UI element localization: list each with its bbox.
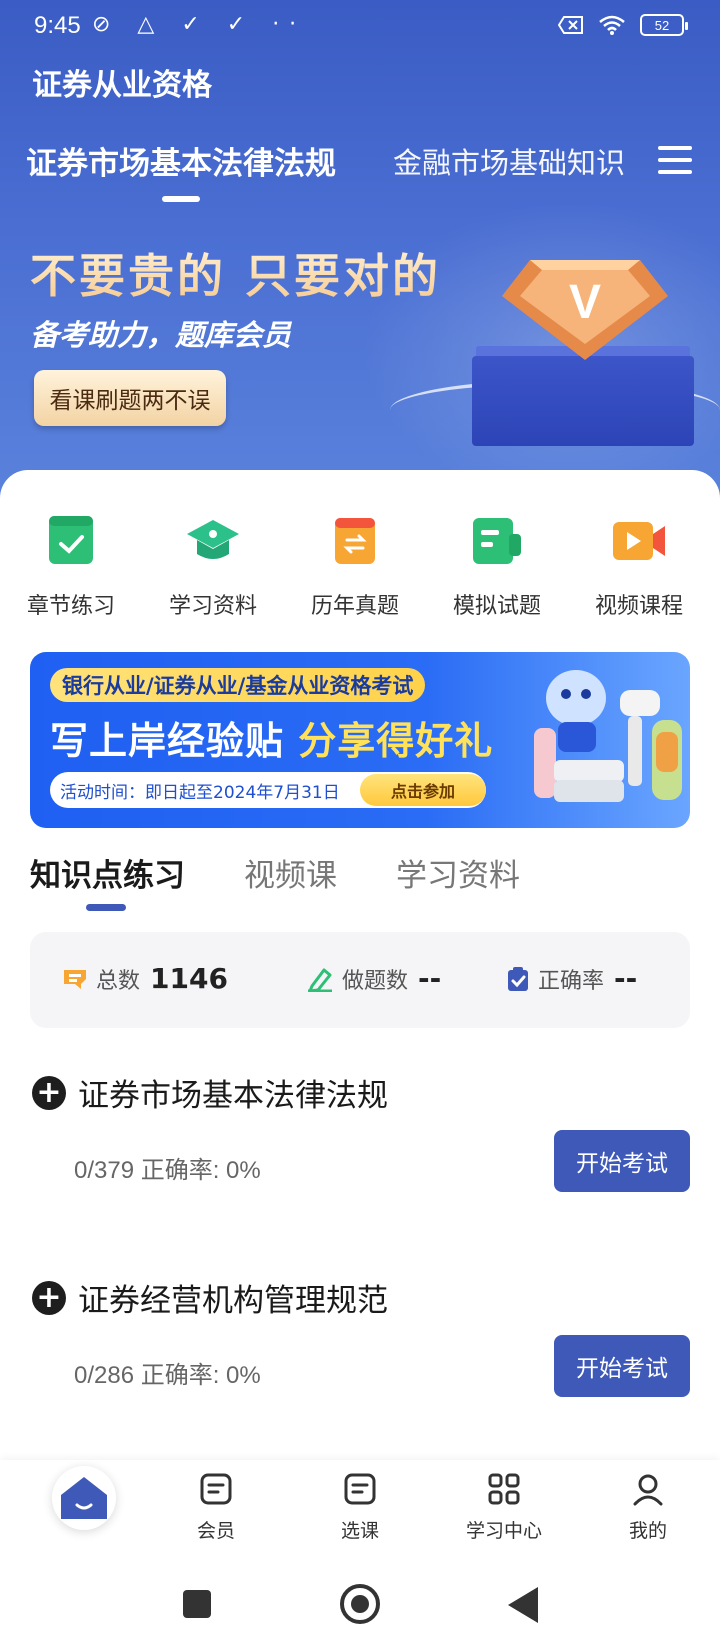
vip-gem-icon: V xyxy=(502,260,668,360)
top-subject-tabs: 证券市场基本法律法规 金融市场基础知识 xyxy=(0,132,720,202)
stat-accuracy: 正确率 -- xyxy=(506,962,637,995)
profile-icon xyxy=(633,1474,663,1506)
quick-label: 历年真题 xyxy=(310,594,399,619)
nav-study-center[interactable]: 学习中心 xyxy=(444,1472,564,1543)
quick-actions-grid: 章节练习 学习资料 历年真题 模拟试题 视频课程 xyxy=(0,512,720,622)
promo-banner[interactable]: 银行从业/证券从业/基金从业资格考试 写上岸经验贴 分享得好礼 活动时间：即日起… xyxy=(30,652,690,828)
home-bubble xyxy=(52,1466,116,1530)
section-header[interactable]: + 证券经营机构管理规范 xyxy=(32,1275,388,1320)
top-tab-indicator xyxy=(162,196,200,202)
gem-letter: V xyxy=(569,276,601,329)
home-icon xyxy=(61,1477,107,1519)
section-title: 证券市场基本法律法规 xyxy=(78,1078,388,1114)
member-icon xyxy=(200,1473,232,1505)
ticket-icon xyxy=(64,969,86,989)
quick-chapter-practice[interactable]: 章节练习 xyxy=(0,512,142,620)
promo-join-button[interactable]: 点击参加 xyxy=(360,774,486,806)
battery-level: 52 xyxy=(654,17,670,33)
tab-knowledge-practice[interactable]: 知识点练习 xyxy=(30,850,185,895)
promo-headline-part1: 写上岸经验贴 xyxy=(50,719,299,763)
section-title: 证券经营机构管理规范 xyxy=(78,1283,388,1319)
stat-accuracy-label: 正确率 xyxy=(538,968,605,994)
quick-label: 章节练习 xyxy=(26,594,115,619)
promo-tag: 银行从业/证券从业/基金从业资格考试 xyxy=(50,668,426,702)
banner-subtitle: 备考助力，题库会员 xyxy=(30,318,292,352)
tab-study-materials[interactable]: 学习资料 xyxy=(396,850,520,895)
notification-icons: ⊘ △ ✓ ✓ ·· xyxy=(92,12,307,37)
stat-done-value: -- xyxy=(418,962,442,995)
sub-tab-indicator xyxy=(86,904,126,911)
expand-plus-icon[interactable]: + xyxy=(32,1280,66,1315)
hamburger-icon[interactable] xyxy=(658,146,692,174)
nav-label: 学习中心 xyxy=(465,1520,542,1542)
status-right-icons: 52 xyxy=(558,14,688,36)
banner-cta-button[interactable]: 看课刷题两不误 xyxy=(34,370,226,426)
app-title: 证券从业资格 xyxy=(32,68,212,103)
clipboard-check-icon xyxy=(508,966,528,991)
course-select-icon xyxy=(344,1473,376,1505)
video-icon xyxy=(613,522,665,560)
status-bar: 9:45 ⊘ △ ✓ ✓ ·· 52 xyxy=(0,0,720,56)
nav-label: 会员 xyxy=(196,1520,235,1542)
section-progress: 0/379 正确率: 0% xyxy=(74,1157,261,1184)
quick-mock-tests[interactable]: 模拟试题 xyxy=(426,512,568,620)
hero-banner: 9:45 ⊘ △ ✓ ✓ ·· 52 证券从业资格 证券市场基本法律法规 金融市… xyxy=(0,0,720,500)
quick-label: 模拟试题 xyxy=(452,594,541,619)
start-exam-button[interactable]: 开始考试 xyxy=(554,1335,690,1397)
section-item: + 证券经营机构管理规范 0/286 正确率: 0% 开始考试 xyxy=(0,1275,720,1435)
stat-total-value: 1146 xyxy=(150,962,228,995)
stats-panel: 总数 1146 做题数 -- 正确率 -- xyxy=(30,932,690,1028)
section-item: + 证券市场基本法律法规 0/379 正确率: 0% 开始考试 xyxy=(0,1070,720,1230)
bottom-nav: 会员 选课 学习中心 我的 xyxy=(0,1460,720,1564)
stat-total: 总数 1146 xyxy=(62,962,228,995)
data-off-icon xyxy=(558,16,583,34)
expand-plus-icon[interactable]: + xyxy=(32,1075,66,1110)
tab-financial-basics[interactable]: 金融市场基础知识 xyxy=(393,140,625,182)
nav-label: 我的 xyxy=(628,1520,667,1542)
quick-label: 视频课程 xyxy=(594,594,683,619)
nav-member[interactable]: 会员 xyxy=(156,1472,276,1543)
chapter-practice-icon xyxy=(49,516,93,564)
tab-video-course[interactable]: 视频课 xyxy=(244,850,337,895)
recent-apps-icon[interactable] xyxy=(183,1590,211,1618)
nav-profile[interactable]: 我的 xyxy=(588,1472,708,1543)
gift-box xyxy=(472,356,694,446)
quick-video-courses[interactable]: 视频课程 xyxy=(568,512,710,620)
section-progress: 0/286 正确率: 0% xyxy=(74,1362,261,1389)
promo-headline: 写上岸经验贴 分享得好礼 xyxy=(50,710,493,765)
pencil-icon xyxy=(308,968,332,992)
banner-slogan: 不要贵的 只要对的 xyxy=(30,240,441,306)
system-nav-bar xyxy=(0,1564,720,1650)
start-exam-button[interactable]: 开始考试 xyxy=(554,1130,690,1192)
home-circle-icon[interactable] xyxy=(340,1584,380,1624)
mock-test-icon xyxy=(473,518,521,564)
nav-label: 选课 xyxy=(340,1520,379,1542)
stat-done: 做题数 -- xyxy=(306,962,441,995)
grid-icon xyxy=(488,1473,520,1505)
prize-illustration xyxy=(534,670,682,802)
nav-course-select[interactable]: 选课 xyxy=(300,1472,420,1543)
stat-total-label: 总数 xyxy=(96,968,141,994)
stat-done-label: 做题数 xyxy=(342,968,409,994)
section-header[interactable]: + 证券市场基本法律法规 xyxy=(32,1070,388,1115)
tab-securities-law[interactable]: 证券市场基本法律法规 xyxy=(26,138,336,183)
promo-headline-part2: 分享得好礼 xyxy=(298,719,494,763)
wifi-icon xyxy=(599,15,625,35)
back-triangle-icon[interactable] xyxy=(508,1587,538,1623)
battery-icon: 52 xyxy=(640,14,688,36)
graduation-cap-icon xyxy=(187,520,239,559)
exam-book-icon xyxy=(335,518,375,564)
stat-accuracy-value: -- xyxy=(614,962,638,995)
quick-study-materials[interactable]: 学习资料 xyxy=(142,512,284,620)
quick-past-exams[interactable]: 历年真题 xyxy=(284,512,426,620)
quick-label: 学习资料 xyxy=(168,594,257,619)
status-time: 9:45 xyxy=(34,12,81,39)
